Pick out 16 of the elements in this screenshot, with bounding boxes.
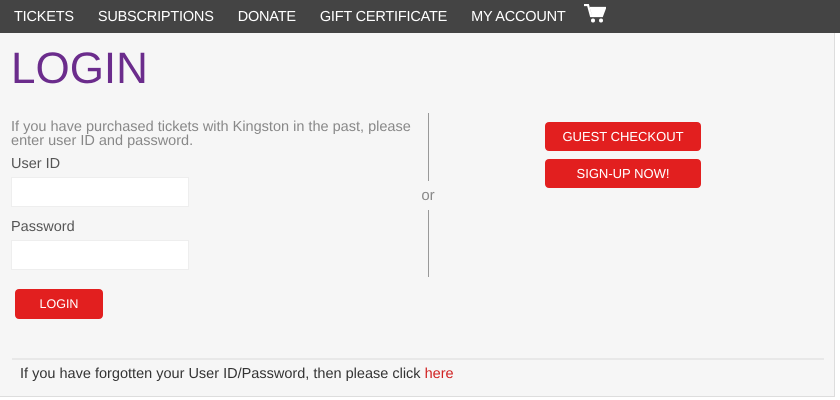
guest-checkout-button[interactable]: GUEST CHECKOUT bbox=[545, 122, 701, 151]
sign-up-button[interactable]: SIGN-UP NOW! bbox=[545, 159, 701, 188]
nav-link[interactable]: MY ACCOUNT bbox=[471, 8, 566, 24]
nav-link[interactable]: GIFT CERTIFICATE bbox=[320, 8, 448, 24]
separator-text: or bbox=[421, 186, 435, 206]
page-title: LOGIN bbox=[11, 43, 149, 94]
nav-link[interactable]: SUBSCRIPTIONS bbox=[98, 8, 214, 24]
forgot-password-text: If you have forgotten your User ID/Password, then please click here bbox=[20, 366, 455, 382]
field-label: Password bbox=[11, 219, 76, 235]
login-button[interactable]: LOGIN bbox=[15, 289, 103, 319]
field-label: User ID bbox=[11, 156, 62, 172]
cart-icon[interactable] bbox=[584, 4, 606, 24]
intro-text: If you have purchased tickets with Kingston in the past, please enter user ID and password. bbox=[11, 120, 412, 148]
nav-link[interactable]: DONATE bbox=[238, 8, 296, 24]
nav-link[interactable]: TICKETS bbox=[14, 8, 74, 24]
here-link[interactable]: here bbox=[424, 366, 454, 382]
